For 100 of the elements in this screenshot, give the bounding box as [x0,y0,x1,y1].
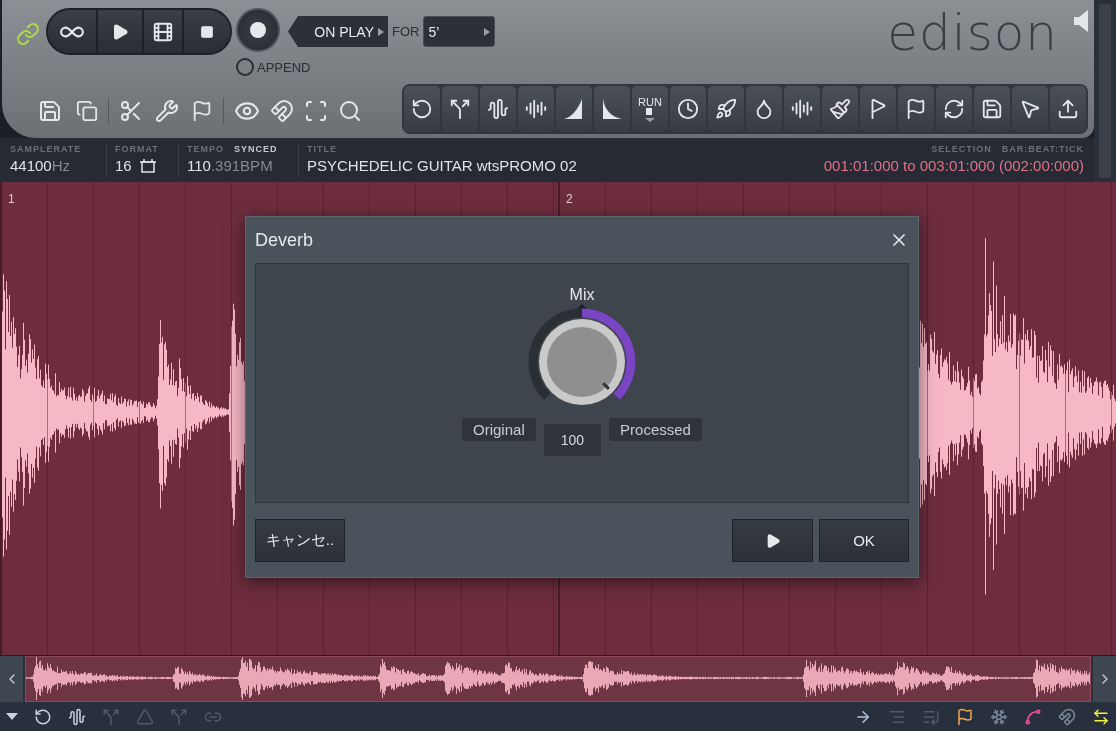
waveform-button[interactable] [68,707,86,726]
run-button[interactable]: RUN [632,86,668,132]
rotate-icon [411,98,433,120]
save-tool-button[interactable] [974,86,1010,132]
logo: edison [887,8,1058,58]
for-label: FOR [392,24,420,39]
waveform-tool-button[interactable] [480,86,516,132]
zoom-button[interactable] [338,99,362,123]
snowflake-button[interactable] [990,707,1008,726]
snap-button[interactable] [270,99,294,123]
flag-icon [905,98,927,120]
reel-button[interactable] [144,10,184,53]
flag-tool-button[interactable] [898,86,934,132]
scissors-icon [119,99,143,123]
upload-tool-button[interactable] [1050,86,1086,132]
waveform-icon [68,707,86,726]
center-mark-icon [577,304,587,309]
cursor-tool-button[interactable] [1012,86,1048,132]
bar-marker: 2 [566,192,573,206]
curve-button[interactable] [1024,707,1042,726]
fade-in-tool-button[interactable] [556,86,592,132]
loop-button[interactable] [48,10,98,53]
dropdown-button[interactable] [6,713,18,720]
record-dot-icon [250,22,266,38]
knob-label: Mix [569,286,595,304]
record-button[interactable] [236,8,280,52]
bar-marker: 1 [8,192,15,206]
marker-button[interactable] [191,100,213,122]
curve-icon [1024,707,1042,726]
save-icon [981,98,1003,120]
format-value: 16 [115,157,132,174]
tempo-value: 110.391BPM [187,157,274,174]
duration-field[interactable]: 5’ [423,16,496,47]
fade-out-tool-button[interactable] [594,86,630,132]
copy-button[interactable] [76,100,98,122]
play-button[interactable] [98,10,144,53]
frame-button[interactable] [304,99,328,123]
title-label: TITLE [307,144,338,154]
preview-button[interactable] [732,519,813,562]
samplerate-value: 44100Hz [10,157,72,174]
rotate-tool-button[interactable] [404,86,440,132]
refresh-tool-button[interactable] [936,86,972,132]
audio-lines-icon [525,98,547,120]
split-tool-button[interactable] [442,86,478,132]
clock-icon [677,98,699,120]
original-label: Original [462,418,536,441]
snowflake-icon [990,707,1008,726]
selection-label: SELECTION [931,144,992,154]
mix-value: 100 [543,424,602,456]
cut-button[interactable] [119,99,143,123]
magnet-button[interactable] [1058,707,1076,726]
caret-down-icon [645,107,655,122]
stop-icon [200,24,214,39]
brush-tool-button[interactable] [822,86,858,132]
flag-tool-button[interactable] [860,86,896,132]
caret-icon [378,27,384,36]
caret-down-icon [6,713,18,720]
frame-icon [304,99,328,123]
flag-button[interactable] [956,707,974,726]
double-arrow-button[interactable] [1092,707,1110,726]
upload-icon [1057,98,1079,120]
rocket-tool-button[interactable] [708,86,744,132]
droplet-tool-button[interactable] [746,86,782,132]
ok-button[interactable]: OK [819,519,909,562]
flag-icon [956,707,974,726]
brush-icon [829,98,851,120]
tempo-label: TEMPO [187,144,224,154]
save-icon [38,99,62,123]
wrench-icon [155,99,179,123]
double-arrow-icon [1092,707,1110,726]
rocket-icon [715,98,737,120]
link-icon [16,22,40,46]
audio-lines-tool-button[interactable] [518,86,554,132]
flag-icon [191,100,213,122]
copy-icon [76,100,98,122]
tools-button[interactable] [155,99,179,123]
rotate-button[interactable] [34,707,52,726]
search-icon [338,99,362,123]
processed-label: Processed [609,418,702,441]
magnet-icon [1058,707,1076,726]
clock-tool-button[interactable] [670,86,706,132]
magnet-icon [270,99,294,123]
waveform-icon [487,98,509,120]
bars-tool-button[interactable] [784,86,820,132]
caret-icon [484,27,491,36]
selection-value: 001:01:000 to 003:01:000 (002:00:000) [823,157,1084,174]
on-play-dropdown[interactable]: ON PLAY [288,16,388,47]
format-icon [139,158,156,173]
stop-button[interactable] [184,10,230,53]
dialog-title: Deverb [255,229,314,251]
bars-icon [791,98,813,120]
cancel-button[interactable]: キャンセ.. [255,519,345,562]
cursor-icon [1019,98,1041,120]
speaker-button[interactable] [1074,10,1088,32]
samplerate-label: SAMPLERATE [10,144,83,154]
split-icon [449,98,471,120]
refresh-icon [943,98,965,120]
save-button[interactable] [38,99,62,123]
title-value: PSYCHEDELIC GUITAR wtsPROMO 02 [307,157,577,174]
speaker-icon [1074,10,1088,32]
